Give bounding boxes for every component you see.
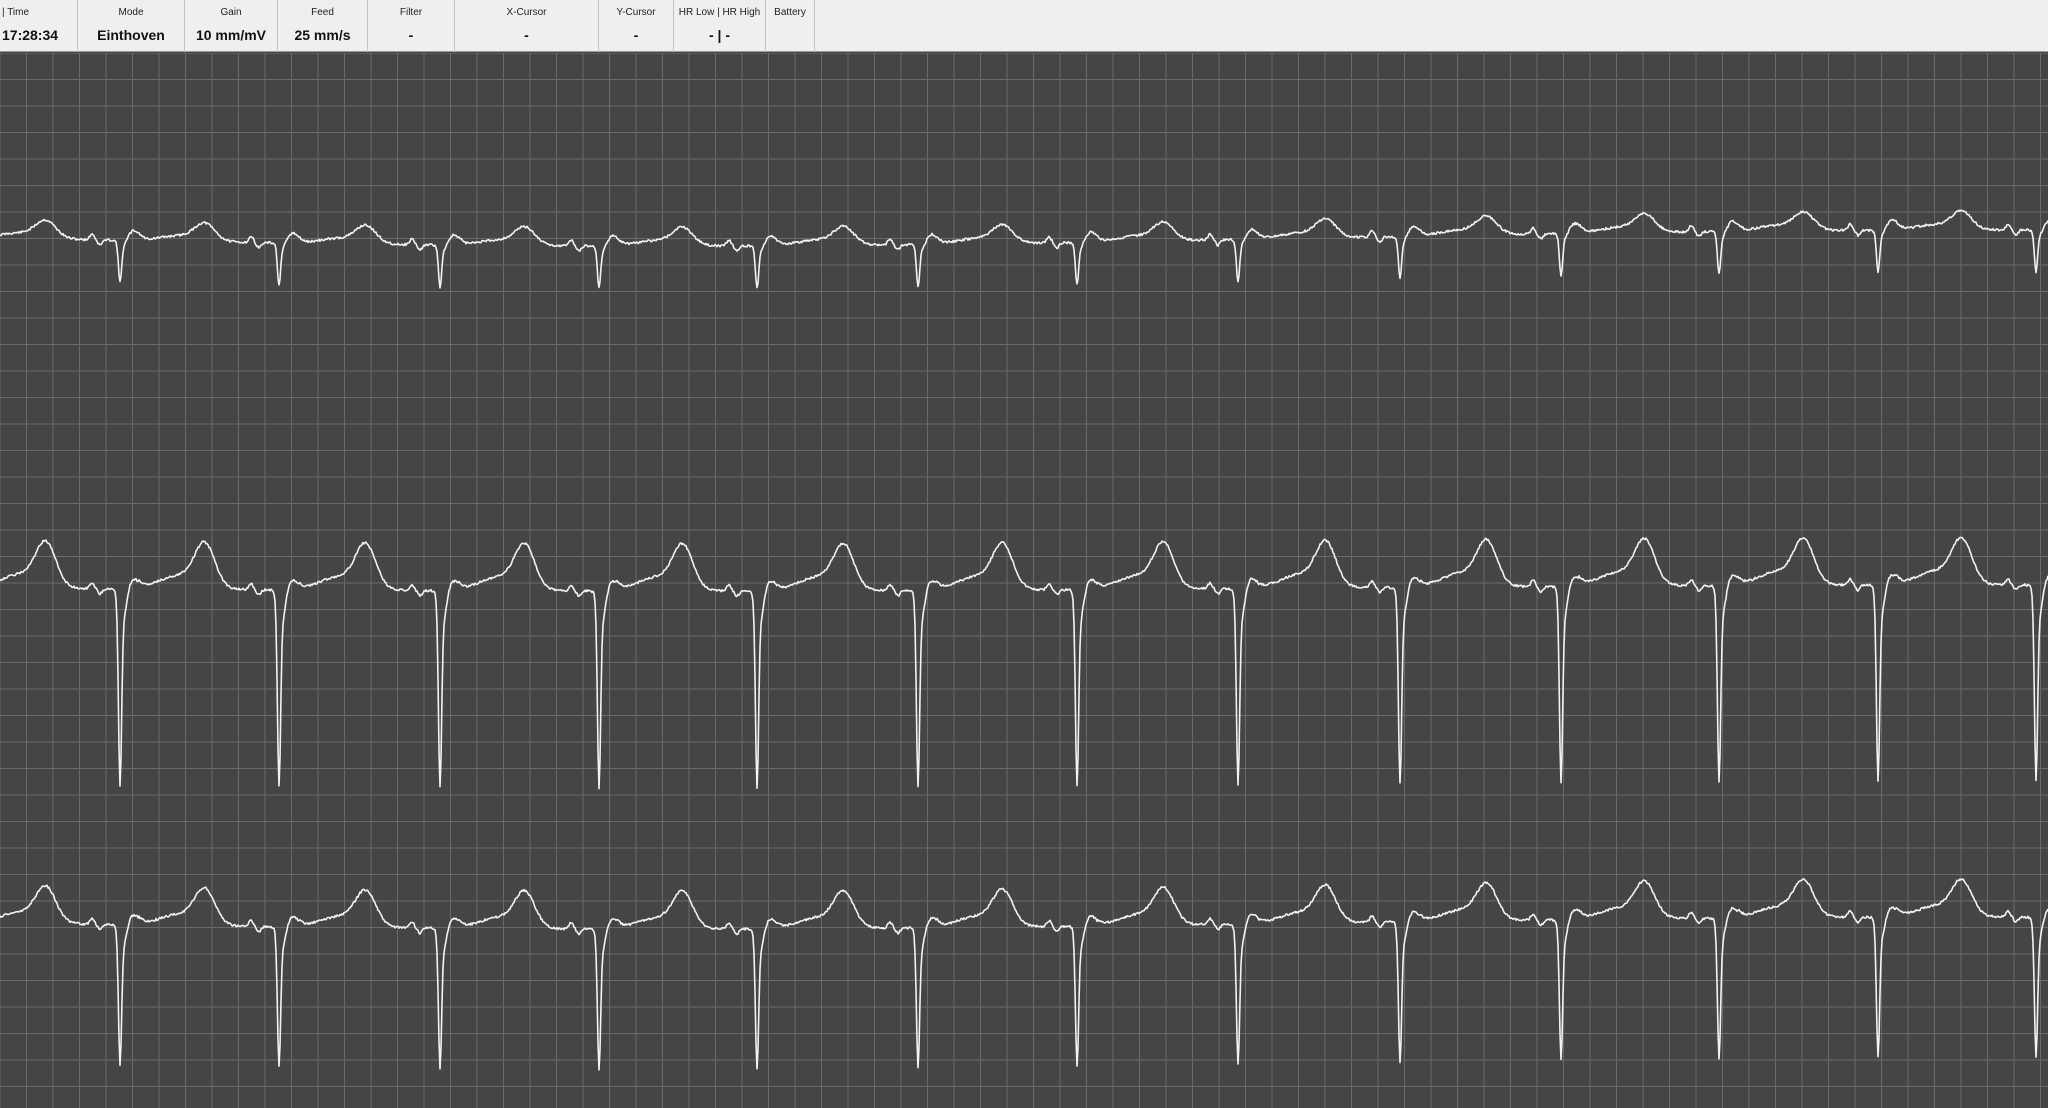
ecg-display[interactable]: [0, 53, 2048, 1108]
time-value: 17:28:34: [2, 27, 59, 43]
status-bar-filler: [815, 0, 2048, 52]
hr-value: - | -: [708, 27, 731, 43]
ecg-lead-i-trace: [0, 209, 2048, 289]
battery-label: Battery: [774, 7, 806, 18]
battery-field[interactable]: Battery: [766, 0, 815, 52]
x-cursor-label: X-Cursor: [506, 7, 547, 18]
filter-value: -: [408, 27, 414, 43]
x-cursor-field[interactable]: X-Cursor -: [455, 0, 599, 52]
feed-field[interactable]: Feed 25 mm/s: [278, 0, 368, 52]
feed-label: Feed: [311, 7, 334, 18]
status-bar: | Time 17:28:34 Mode Einthoven Gain 10 m…: [0, 0, 2048, 52]
x-cursor-value: -: [524, 27, 529, 43]
mode-label: Mode: [118, 7, 144, 18]
ecg-grid: [0, 53, 2048, 1108]
ecg-traces: [0, 209, 2048, 1071]
gain-value: 10 mm/mV: [195, 27, 267, 43]
time-field[interactable]: | Time 17:28:34: [0, 0, 78, 52]
mode-value: Einthoven: [97, 27, 165, 43]
hr-field[interactable]: HR Low | HR High - | -: [674, 0, 766, 52]
y-cursor-field[interactable]: Y-Cursor -: [599, 0, 674, 52]
hr-label: HR Low | HR High: [678, 7, 761, 18]
feed-value: 25 mm/s: [294, 27, 351, 43]
mode-field[interactable]: Mode Einthoven: [78, 0, 185, 52]
y-cursor-label: Y-Cursor: [616, 7, 656, 18]
gain-label: Gain: [220, 7, 242, 18]
gain-field[interactable]: Gain 10 mm/mV: [185, 0, 278, 52]
filter-field[interactable]: Filter -: [368, 0, 455, 52]
time-label: | Time: [2, 7, 30, 18]
filter-label: Filter: [399, 7, 423, 18]
ecg-lead-ii-trace: [0, 536, 2048, 790]
ecg-canvas[interactable]: [0, 53, 2048, 1108]
ecg-lead-iii-trace: [0, 878, 2048, 1071]
y-cursor-value: -: [633, 27, 639, 43]
